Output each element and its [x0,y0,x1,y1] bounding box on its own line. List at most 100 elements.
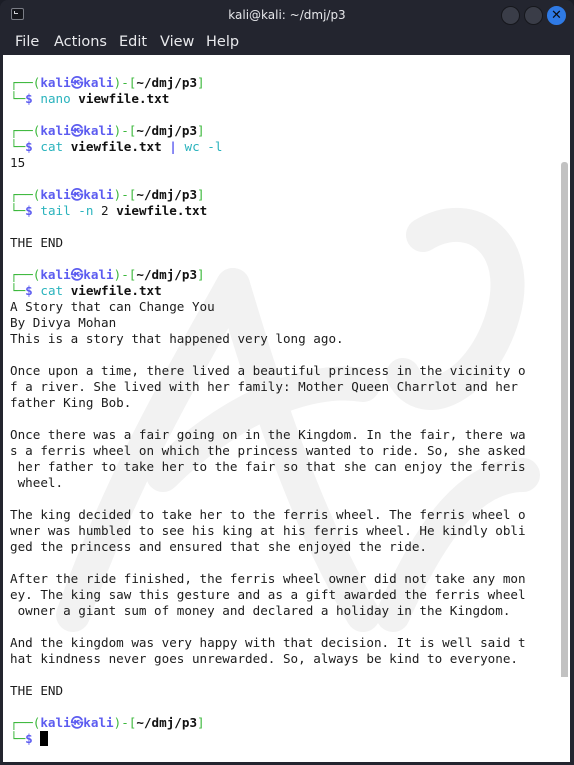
menu-help[interactable]: Help [206,34,239,50]
prompt-at-symbol: ㉿ [70,267,84,282]
command-argument: viewfile.txt [70,283,162,298]
prompt-user: kali [40,715,71,730]
prompt-header: ┌──(kali㉿kali)-[~/dmj/p3] [10,75,526,91]
prompt-frame: ┌── [10,187,33,202]
menu-file[interactable]: File [15,34,39,50]
command-name: nano [40,91,71,106]
output-line: The king decided to take her to the ferr… [10,507,526,522]
prompt-bracket: ] [197,715,205,730]
command-line: └─$ cat viewfile.txt | wc -l [10,139,526,155]
prompt-paren: )-[ [113,75,137,90]
prompt-header: ┌──(kali㉿kali)-[~/dmj/p3] [10,187,526,203]
menu-actions[interactable]: Actions [54,34,107,50]
prompt-bracket: ] [197,267,205,282]
prompt-symbol: $ [25,139,33,154]
prompt-user: kali [40,267,71,282]
prompt-header: ┌──(kali㉿kali)-[~/dmj/p3] [10,123,526,139]
close-button[interactable]: ✕ [547,6,566,25]
prompt-paren: )-[ [113,715,137,730]
maximize-button[interactable] [524,6,543,25]
prompt-frame: ┌── [10,267,33,282]
menu-view[interactable]: View [160,34,194,50]
prompt-user: kali [40,187,71,202]
prompt-frame: ┌── [10,715,33,730]
prompt-paren: )-[ [113,123,137,138]
prompt-frame: └─ [10,283,26,298]
command-name: tail -n [40,203,94,218]
command-line: └─$ tail -n 2 viewfile.txt [10,203,526,219]
terminal-window: kali@kali: ~/dmj/p3 ✕ File Actions Edit … [0,0,574,765]
pipe-symbol: | [169,139,177,154]
output-line: ey. The king saw this gesture and as a g… [10,587,526,602]
output-line: THE END [10,683,64,698]
terminal-lines: ┌──(kali㉿kali)-[~/dmj/p3] └─$ nano viewfi… [10,75,526,747]
output-line: her father to take her to the fair so th… [10,459,526,474]
menu-edit[interactable]: Edit [119,34,147,50]
command-line: └─$ cat viewfile.txt [10,283,526,299]
command-argument: viewfile.txt [70,139,162,154]
output-line: After the ride finished, the ferris whee… [10,571,526,586]
command-argument: viewfile.txt [78,91,170,106]
prompt-host: kali [83,715,114,730]
prompt-cwd: ~/dmj/p3 [136,75,198,90]
output-line: wheel. [10,475,64,490]
scrollbar-thumb[interactable] [561,162,568,677]
output-line: By Divya Mohan [10,315,117,330]
output-line: This is a story that happened very long … [10,331,344,346]
output-line: Once upon a time, there lived a beautifu… [10,363,526,378]
minimize-button[interactable] [501,6,520,25]
prompt-host: kali [83,75,114,90]
prompt-at-symbol: ㉿ [70,123,84,138]
text-cursor[interactable] [40,731,49,746]
prompt-bracket: ] [197,75,205,90]
window-title: kali@kali: ~/dmj/p3 [228,8,346,22]
prompt-frame: ┌── [10,75,33,90]
command-name: cat [40,139,64,154]
output-line: A Story that can Change You [10,299,215,314]
command-line: └─$ [10,731,526,747]
prompt-host: kali [83,267,114,282]
output-line: wner was humbled to see his king at his … [10,523,526,538]
prompt-paren: )-[ [113,187,137,202]
command-name: wc -l [184,139,223,154]
prompt-frame: └─ [10,91,26,106]
prompt-frame: └─ [10,731,26,746]
close-icon: ✕ [551,8,562,23]
prompt-frame: └─ [10,139,26,154]
prompt-header: ┌──(kali㉿kali)-[~/dmj/p3] [10,267,526,283]
terminal-output-area[interactable]: ┌──(kali㉿kali)-[~/dmj/p3] └─$ nano viewfi… [3,55,570,762]
prompt-cwd: ~/dmj/p3 [136,715,198,730]
output-line: owner a giant sum of money and declared … [10,603,511,618]
prompt-user: kali [40,123,71,138]
output-line: f a river. She lived with her family: Mo… [10,379,518,394]
prompt-at-symbol: ㉿ [70,187,84,202]
prompt-symbol: $ [25,91,33,106]
output-line: THE END [10,235,64,250]
prompt-host: kali [83,123,114,138]
prompt-symbol: $ [25,731,33,746]
command-name: cat [40,283,64,298]
prompt-user: kali [40,75,71,90]
prompt-header: ┌──(kali㉿kali)-[~/dmj/p3] [10,715,526,731]
output-line: s a ferris wheel on which the princess w… [10,443,526,458]
title-bar[interactable]: kali@kali: ~/dmj/p3 ✕ [0,0,574,32]
output-line: Once there was a fair going on in the Ki… [10,427,526,442]
prompt-cwd: ~/dmj/p3 [136,123,198,138]
command-argument: viewfile.txt [116,203,208,218]
prompt-bracket: ] [197,123,205,138]
output-line: ged the princess and ensured that she en… [10,539,428,554]
output-line: 15 [10,155,26,170]
prompt-frame: ┌── [10,123,33,138]
menu-bar: File Actions Edit View Help [0,32,574,54]
prompt-symbol: $ [25,283,33,298]
